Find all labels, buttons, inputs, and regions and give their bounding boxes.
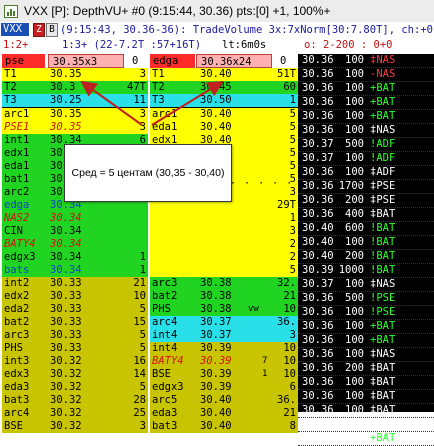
ask-venue: bat3 [152,420,178,432]
ask-row[interactable]: bat3 30.40 8 [150,420,298,433]
tape-price: 30.36 [302,432,334,444]
annotation-arrows [80,80,224,126]
tape-venue: +BAT [370,432,396,444]
ask-size: 8 [289,420,296,432]
arrow-to-bid [80,80,143,126]
tape-price: 30.36 [302,418,334,430]
ask-price: 30.40 [200,420,232,432]
tape-size: 100 [345,418,364,430]
bid-row[interactable]: BSE 30.32 3 [2,420,148,433]
bid-size: 3 [139,420,146,432]
tape-row[interactable]: 30.36 100 +BAT [298,432,434,446]
bid-price: 30.32 [50,420,82,432]
tape-row[interactable]: 30.36 100 ‡NAS [298,418,434,432]
tape-size: 100 [345,432,364,444]
arrow-to-ask [151,80,224,126]
tape-venue: ‡NAS [370,418,396,430]
bid-venue: BSE [4,420,23,432]
